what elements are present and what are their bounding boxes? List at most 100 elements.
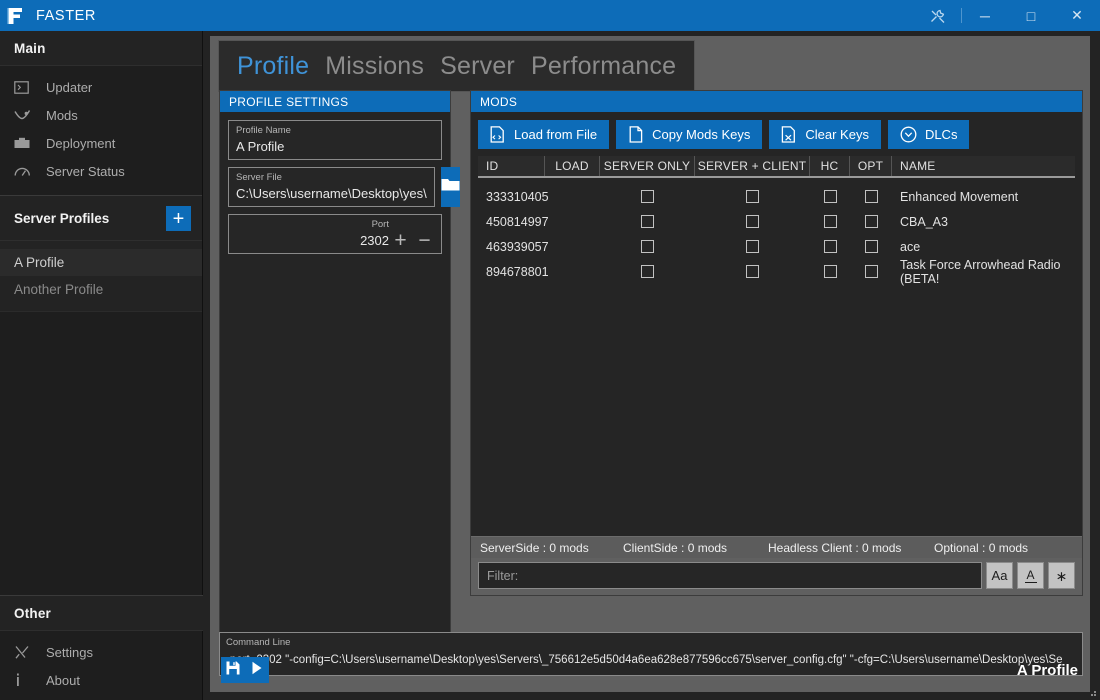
underline-bar bbox=[1024, 581, 1037, 583]
maximize-button[interactable]: □ bbox=[1008, 0, 1054, 31]
cell-name: CBA_A3 bbox=[900, 214, 948, 229]
sidebar-item-label: About bbox=[46, 672, 80, 688]
sidebar-item-about[interactable]: About bbox=[0, 666, 203, 694]
cell-hc bbox=[810, 215, 850, 228]
tab-profile[interactable]: Profile bbox=[229, 52, 317, 81]
cell-name: ace bbox=[900, 239, 921, 254]
minimize-button[interactable]: ─ bbox=[962, 0, 1008, 31]
close-button[interactable]: ✕ bbox=[1054, 0, 1100, 31]
checkbox-opt[interactable] bbox=[864, 190, 878, 203]
sidebar-profile-list: A Profile Another Profile bbox=[0, 241, 202, 312]
match-word-button[interactable]: A bbox=[1017, 562, 1044, 589]
profile-list-item[interactable]: A Profile bbox=[0, 249, 202, 276]
checkbox-hc[interactable] bbox=[823, 190, 837, 203]
sidebar-item-server-status[interactable]: Server Status bbox=[0, 157, 202, 185]
match-case-button[interactable]: Aa bbox=[986, 562, 1013, 589]
briefcase-icon bbox=[14, 137, 46, 150]
tab-performance[interactable]: Performance bbox=[523, 52, 684, 81]
column-header-load[interactable]: LOAD bbox=[545, 156, 600, 176]
active-profile-label: A Profile bbox=[1016, 661, 1078, 679]
regex-button[interactable]: ∗ bbox=[1048, 562, 1075, 589]
column-header-server-only[interactable]: SERVER ONLY bbox=[600, 156, 695, 176]
add-profile-button[interactable]: + bbox=[166, 206, 191, 231]
cell-name: Task Force Arrowhead Radio (BETA! bbox=[900, 257, 1061, 286]
browse-folder-button[interactable] bbox=[440, 167, 460, 207]
sidebar-item-settings[interactable]: Settings bbox=[0, 638, 203, 666]
dlcs-button[interactable]: DLCs bbox=[887, 120, 970, 149]
cell-server-client bbox=[695, 190, 810, 203]
app-title: FASTER bbox=[36, 7, 96, 24]
info-icon bbox=[14, 673, 46, 687]
file-clear-icon bbox=[781, 126, 797, 143]
checkbox-server-only[interactable] bbox=[641, 190, 654, 203]
copy-mods-keys-button[interactable]: Copy Mods Keys bbox=[616, 120, 763, 149]
wrench-screwdriver-icon[interactable] bbox=[915, 0, 961, 31]
filter-row: Filter: Aa A ∗ bbox=[471, 558, 1082, 595]
column-header-server-client[interactable]: SERVER + CLIENT bbox=[695, 156, 810, 176]
cell-server-client bbox=[695, 265, 810, 278]
column-header-opt[interactable]: OPT bbox=[850, 156, 892, 176]
server-file-field[interactable]: Server File C:\Users\username\Desktop\ye… bbox=[228, 167, 435, 207]
title-bar: FASTER ─ □ ✕ bbox=[0, 0, 1100, 31]
table-row[interactable]: 450814997 CBA_A3 bbox=[478, 209, 1075, 234]
tab-missions[interactable]: Missions bbox=[317, 52, 432, 81]
mods-toolbar: Load from File Copy Mods Keys Clear Keys… bbox=[471, 112, 1082, 156]
port-increment-button[interactable]: + bbox=[391, 230, 410, 251]
checkbox-hc[interactable] bbox=[823, 240, 837, 253]
faster-app-window: FASTER ─ □ ✕ Main Updater Mods Deploymen… bbox=[0, 0, 1100, 700]
sidebar-other-section: Other Settings About bbox=[0, 595, 203, 700]
cell-opt bbox=[850, 240, 892, 253]
port-stepper: + − bbox=[391, 230, 434, 251]
cell-name: Enhanced Movement bbox=[900, 189, 1019, 204]
checkbox-server-only[interactable] bbox=[641, 265, 654, 278]
sidebar-item-updater[interactable]: Updater bbox=[0, 73, 202, 101]
profile-name-field[interactable]: Profile Name A Profile bbox=[228, 120, 442, 160]
table-row[interactable]: 894678801 Task Force Arrowhead Radio (BE… bbox=[478, 257, 1075, 286]
clear-keys-button[interactable]: Clear Keys bbox=[769, 120, 881, 149]
checkbox-hc[interactable] bbox=[823, 265, 837, 278]
faster-f-logo-icon bbox=[7, 7, 24, 25]
checkbox-server-only[interactable] bbox=[641, 240, 654, 253]
load-from-file-button[interactable]: Load from File bbox=[478, 120, 610, 149]
profile-list-item[interactable]: Another Profile bbox=[0, 276, 202, 303]
port-field[interactable]: Port 2302 + − bbox=[228, 214, 442, 254]
mods-footer: ServerSide : 0 mods ClientSide : 0 mods … bbox=[471, 536, 1082, 595]
play-button[interactable] bbox=[245, 657, 269, 683]
sidebar-heading-other: Other bbox=[0, 596, 203, 631]
cell-hc bbox=[810, 190, 850, 203]
checkbox-server-client[interactable] bbox=[746, 240, 759, 253]
checkbox-opt[interactable] bbox=[864, 240, 878, 253]
filter-input[interactable]: Filter: bbox=[478, 562, 982, 589]
resize-grip[interactable] bbox=[1087, 687, 1097, 697]
port-decrement-button[interactable]: − bbox=[415, 230, 434, 251]
checkbox-opt[interactable] bbox=[864, 265, 878, 278]
save-button[interactable] bbox=[221, 657, 245, 683]
checkbox-server-only[interactable] bbox=[641, 215, 654, 228]
action-buttons bbox=[221, 657, 269, 683]
sidebar-item-mods[interactable]: Mods bbox=[0, 101, 202, 129]
table-row[interactable]: 333310405 Enhanced Movement bbox=[478, 184, 1075, 209]
checkbox-server-client[interactable] bbox=[746, 265, 759, 278]
sidebar-item-deployment[interactable]: Deployment bbox=[0, 129, 202, 157]
checkbox-hc[interactable] bbox=[823, 215, 837, 228]
checkbox-server-client[interactable] bbox=[746, 215, 759, 228]
app-logo bbox=[0, 0, 30, 31]
server-file-row: Server File C:\Users\username\Desktop\ye… bbox=[228, 167, 460, 214]
count-serverside: ServerSide : 0 mods bbox=[480, 540, 589, 555]
tab-server[interactable]: Server bbox=[432, 52, 523, 81]
column-header-hc[interactable]: HC bbox=[810, 156, 850, 176]
mods-table-header: ID LOAD SERVER ONLY SERVER + CLIENT HC O… bbox=[478, 156, 1075, 178]
main-content: Profile Missions Server Performance PROF… bbox=[210, 36, 1090, 692]
count-optional: Optional : 0 mods bbox=[934, 540, 1029, 555]
steam-icon bbox=[14, 109, 46, 121]
checkbox-opt[interactable] bbox=[864, 215, 878, 228]
profile-name-label: Profile Name bbox=[236, 125, 291, 136]
file-copy-icon bbox=[628, 126, 644, 143]
table-row[interactable]: 463939057 ace bbox=[478, 234, 1075, 259]
column-header-name[interactable]: NAME bbox=[892, 156, 1075, 176]
sidebar-heading-main: Main bbox=[0, 31, 202, 66]
checkbox-server-client[interactable] bbox=[746, 190, 759, 203]
profile-settings-header: PROFILE SETTINGS bbox=[220, 91, 450, 112]
button-label: Load from File bbox=[514, 127, 598, 142]
column-header-id[interactable]: ID bbox=[478, 156, 545, 176]
